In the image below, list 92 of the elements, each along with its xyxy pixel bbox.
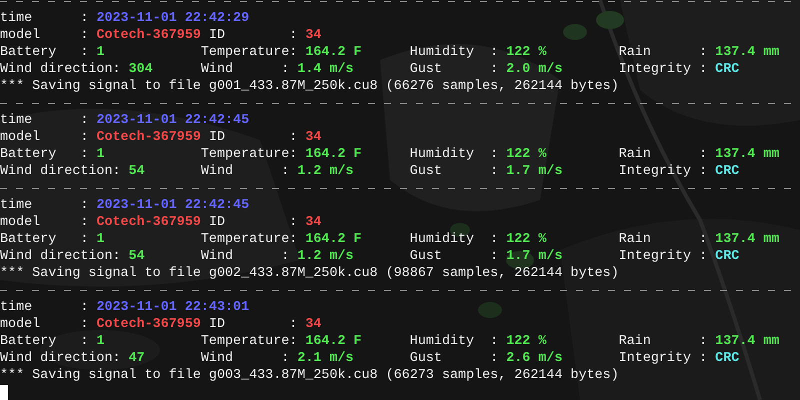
field-label: Humidity :: [410, 333, 498, 350]
field-label: model :: [0, 27, 88, 44]
field-label: Temperature:: [200, 333, 298, 350]
field-value: 122 %: [506, 231, 546, 248]
field-label: Rain :: [618, 44, 708, 61]
field-value: 2.0 m/s: [506, 61, 562, 78]
field-label: Integrity :: [618, 350, 708, 367]
field-value: 164.2 F: [305, 146, 362, 163]
field-label: model :: [0, 316, 88, 333]
field-label: Temperature:: [200, 231, 298, 248]
field-label: Battery :: [0, 44, 88, 61]
field-label: Temperature:: [200, 44, 298, 61]
field-value: 122 %: [506, 146, 546, 163]
field-label: ID :: [208, 316, 298, 333]
field-label: time :: [0, 197, 88, 214]
field-label: Wind direction:: [0, 350, 121, 367]
log-message: *** Saving signal to file g001_433.87M_250k.cu8 (66276 samples, 262144 bytes): [0, 78, 619, 95]
field-label: Battery :: [0, 146, 88, 163]
field-value: 1.4 m/s: [297, 61, 354, 78]
field-value: CRC: [715, 350, 740, 367]
field-label: Gust :: [410, 163, 498, 180]
field-value: 54: [128, 163, 145, 180]
field-label: Rain :: [618, 146, 708, 163]
field-value: 122 %: [506, 44, 546, 61]
field-label: Gust :: [410, 248, 498, 265]
field-label: Humidity :: [410, 44, 498, 61]
field-label: ID :: [208, 214, 298, 231]
field-label: Wind :: [200, 163, 290, 180]
field-value: 54: [128, 248, 145, 265]
field-value: 137.4 mm: [715, 44, 780, 61]
field-value: 34: [305, 129, 322, 146]
field-label: ID :: [208, 27, 298, 44]
field-value: 1.7 m/s: [506, 248, 562, 265]
field-value: 137.4 mm: [715, 333, 780, 350]
field-value: 2.6 m/s: [506, 350, 562, 367]
field-label: Wind :: [200, 61, 290, 78]
field-value: 1: [96, 146, 104, 163]
field-label: model :: [0, 129, 88, 146]
field-label: time :: [0, 299, 88, 316]
field-value: 1.2 m/s: [297, 163, 354, 180]
field-label: Battery :: [0, 231, 88, 248]
field-label: Integrity :: [618, 248, 708, 265]
field-value: 122 %: [506, 333, 546, 350]
field-value: 47: [128, 350, 145, 367]
field-value: 34: [305, 214, 322, 231]
field-label: time :: [0, 10, 88, 27]
field-label: Wind direction:: [0, 61, 121, 78]
field-value: Cotech-367959: [96, 214, 201, 231]
field-label: Humidity :: [410, 231, 498, 248]
field-label: Rain :: [618, 333, 708, 350]
field-value: CRC: [715, 61, 740, 78]
field-value: 164.2 F: [305, 333, 362, 350]
field-label: time :: [0, 112, 88, 129]
field-value: 1.2 m/s: [297, 248, 354, 265]
field-value: 2023-11-01 22:42:45: [96, 197, 250, 214]
field-label: Integrity :: [618, 163, 708, 180]
field-label: Battery :: [0, 333, 88, 350]
field-label: ID :: [208, 129, 298, 146]
field-label: Wind :: [200, 350, 290, 367]
field-value: 2023-11-01 22:42:45: [96, 112, 250, 129]
field-value: 2.1 m/s: [297, 350, 354, 367]
field-value: Cotech-367959: [96, 129, 201, 146]
field-label: Wind direction:: [0, 163, 121, 180]
field-label: Rain :: [618, 231, 708, 248]
field-value: 34: [305, 27, 322, 44]
field-value: 137.4 mm: [715, 231, 780, 248]
field-value: CRC: [715, 163, 740, 180]
field-label: Gust :: [410, 61, 498, 78]
field-value: 1.7 m/s: [506, 163, 562, 180]
log-message: *** Saving signal to file g003_433.87M_250k.cu8 (66273 samples, 262144 bytes): [0, 367, 619, 384]
field-label: Integrity :: [618, 61, 708, 78]
field-label: Humidity :: [410, 146, 498, 163]
field-value: 164.2 F: [305, 44, 362, 61]
field-value: Cotech-367959: [96, 316, 201, 333]
field-value: 2023-11-01 22:42:29: [96, 10, 250, 27]
field-label: Wind :: [200, 248, 290, 265]
field-value: 1: [96, 231, 104, 248]
field-value: 2023-11-01 22:43:01: [96, 299, 250, 316]
field-label: model :: [0, 214, 88, 231]
field-value: CRC: [715, 248, 740, 265]
field-value: 137.4 mm: [715, 146, 780, 163]
field-label: Wind direction:: [0, 248, 121, 265]
field-label: Gust :: [410, 350, 498, 367]
field-value: 1: [96, 44, 104, 61]
field-value: 304: [128, 61, 153, 78]
log-message: *** Saving signal to file g002_433.87M_250k.cu8 (98867 samples, 262144 bytes): [0, 265, 619, 282]
field-value: 34: [305, 316, 322, 333]
field-value: 1: [96, 333, 104, 350]
field-value: 164.2 F: [305, 231, 362, 248]
field-value: Cotech-367959: [96, 27, 201, 44]
cursor: [0, 385, 8, 400]
field-label: Temperature:: [200, 146, 298, 163]
